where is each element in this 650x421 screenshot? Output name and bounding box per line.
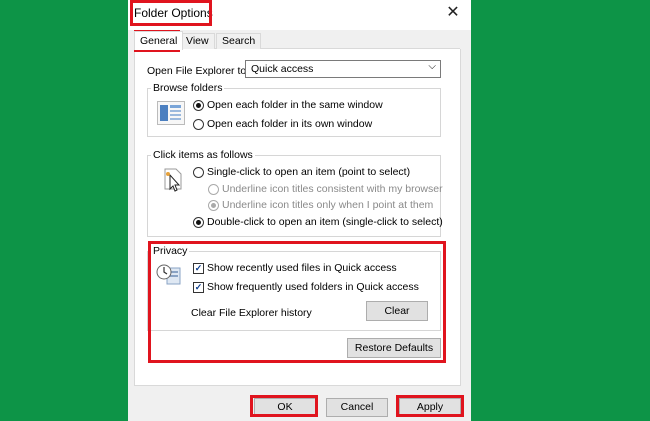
apply-highlight-box	[396, 395, 464, 417]
tab-general[interactable]: General	[134, 31, 184, 50]
browse-folders-icon	[157, 101, 185, 125]
radio-own-window-label: Open each folder in its own window	[207, 118, 373, 130]
open-explorer-value: Quick access	[251, 63, 314, 75]
radio-button[interactable]	[193, 99, 204, 111]
tab-view[interactable]: View	[180, 33, 215, 49]
radio-button	[208, 199, 219, 211]
radio-same-window[interactable]: Open each folder in the same window	[193, 99, 383, 111]
privacy-highlight-box	[148, 241, 446, 363]
chevron-down-icon: ⌵	[428, 61, 436, 72]
click-items-title: Click items as follows	[151, 149, 255, 161]
cursor-icon	[161, 167, 185, 193]
radio-single-click-label: Single-click to open an item (point to s…	[207, 166, 411, 178]
radio-double-click-label: Double-click to open an item (single-cli…	[207, 216, 443, 228]
close-icon[interactable]: ✕	[443, 2, 463, 22]
cancel-button[interactable]: Cancel	[326, 398, 388, 417]
open-explorer-dropdown[interactable]: Quick access ⌵	[245, 60, 441, 78]
radio-underline-point-label: Underline icon titles only when I point …	[222, 199, 434, 211]
radio-single-click[interactable]: Single-click to open an item (point to s…	[193, 166, 410, 178]
radio-button[interactable]	[193, 216, 204, 228]
radio-button[interactable]	[193, 166, 204, 178]
radio-underline-point: Underline icon titles only when I point …	[208, 199, 433, 211]
title-highlight-box	[130, 0, 212, 26]
radio-underline-browser: Underline icon titles consistent with my…	[208, 183, 443, 195]
right-green-background	[471, 0, 650, 421]
cancel-button-label: Cancel	[340, 401, 374, 413]
left-green-background	[0, 0, 128, 421]
radio-double-click[interactable]: Double-click to open an item (single-cli…	[193, 216, 443, 228]
tab-search[interactable]: Search	[216, 33, 262, 49]
radio-same-window-label: Open each folder in the same window	[207, 99, 383, 111]
ok-highlight-box	[250, 395, 318, 417]
radio-underline-browser-label: Underline icon titles consistent with my…	[222, 183, 443, 195]
browse-folders-title: Browse folders	[151, 82, 225, 94]
radio-button	[208, 183, 219, 195]
open-explorer-label: Open File Explorer to:	[147, 65, 250, 77]
radio-own-window[interactable]: Open each folder in its own window	[193, 118, 372, 130]
radio-button[interactable]	[193, 118, 204, 130]
